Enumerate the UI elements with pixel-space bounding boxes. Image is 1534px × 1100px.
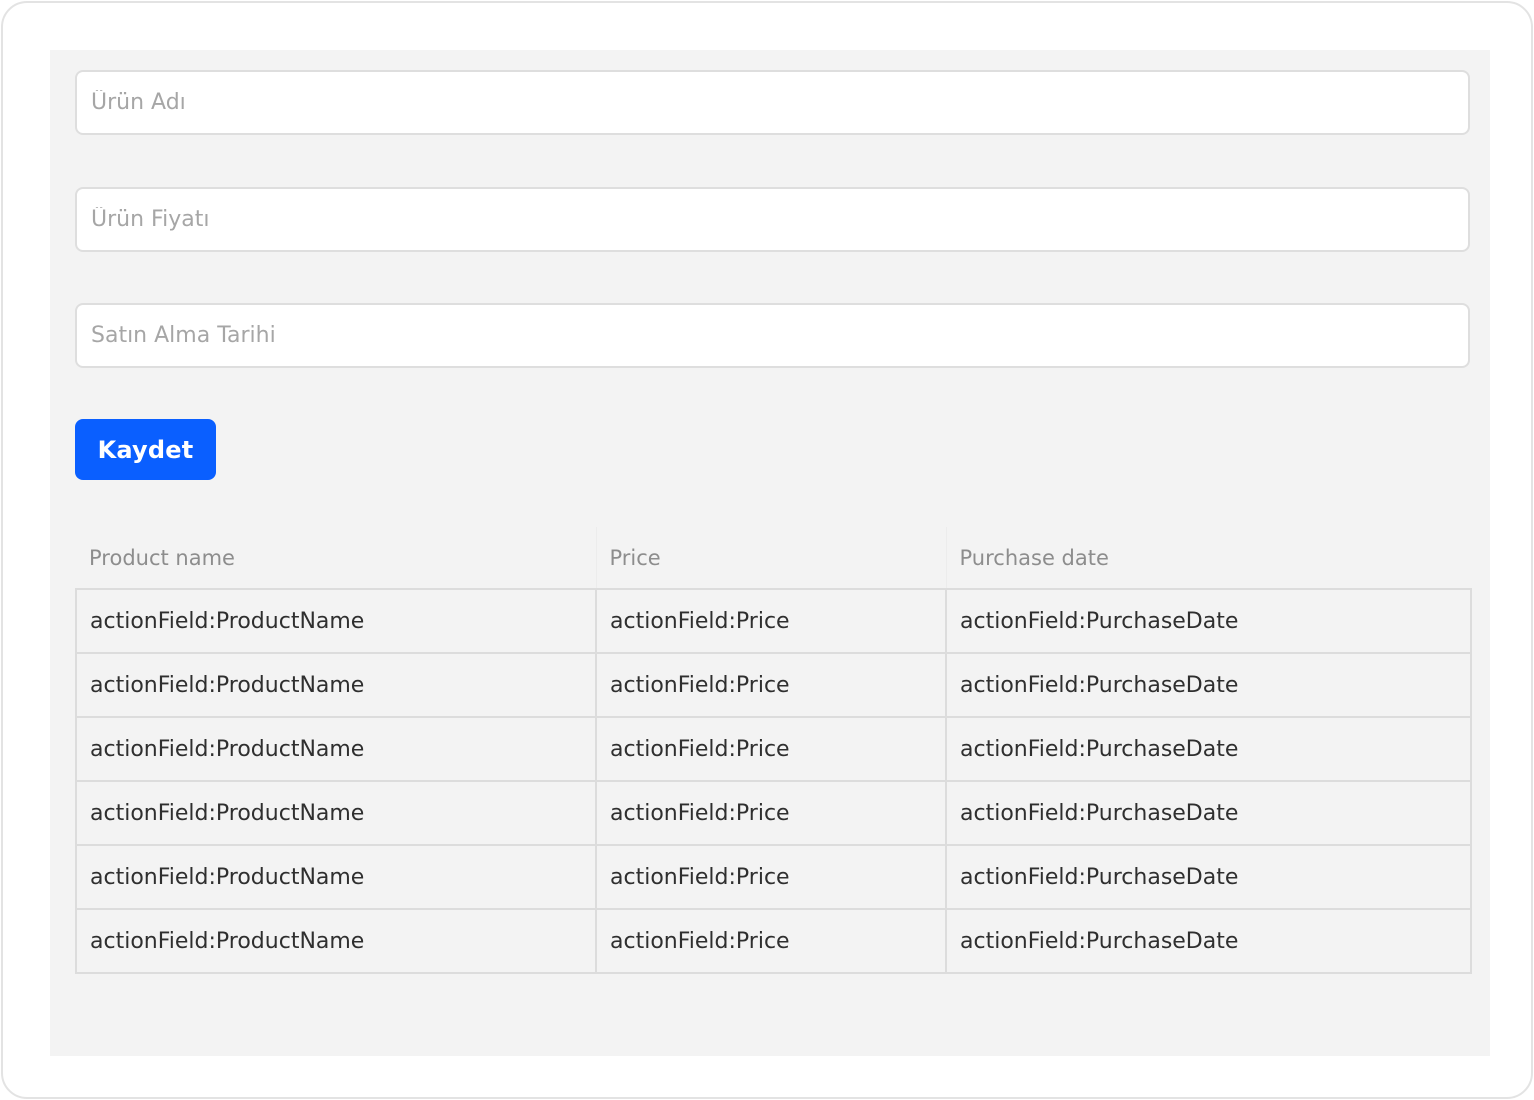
product-name-cell: actionField:ProductName [75, 844, 597, 910]
table-body: actionField:ProductName actionField:Pric… [75, 588, 1472, 974]
price-cell: actionField:Price [595, 908, 947, 974]
column-header-product-name: Product name [76, 527, 596, 590]
table-header: Product name Price Purchase date [76, 527, 1471, 590]
table-row: actionField:ProductName actionField:Pric… [75, 844, 1472, 910]
column-header-purchase-date: Purchase date [945, 527, 1471, 590]
purchase-date-cell: actionField:PurchaseDate [945, 716, 1472, 782]
table-row: actionField:ProductName actionField:Pric… [75, 780, 1472, 846]
purchase-date-cell: actionField:PurchaseDate [945, 908, 1472, 974]
purchase-date-input[interactable] [75, 303, 1470, 368]
price-cell: actionField:Price [595, 780, 947, 846]
table-row: actionField:ProductName actionField:Pric… [75, 588, 1472, 654]
product-name-cell: actionField:ProductName [75, 780, 597, 846]
price-cell: actionField:Price [595, 652, 947, 718]
product-name-input[interactable] [75, 70, 1470, 135]
product-name-cell: actionField:ProductName [75, 716, 597, 782]
price-cell: actionField:Price [595, 588, 947, 654]
window-frame: Kaydet Product name Price Purchase date … [1, 1, 1533, 1099]
product-name-cell: actionField:ProductName [75, 588, 597, 654]
product-price-input[interactable] [75, 187, 1470, 252]
price-cell: actionField:Price [595, 844, 947, 910]
products-table-container: Product name Price Purchase date actionF… [75, 527, 1472, 974]
purchase-date-cell: actionField:PurchaseDate [945, 588, 1472, 654]
table-row: actionField:ProductName actionField:Pric… [75, 908, 1472, 974]
save-button[interactable]: Kaydet [75, 419, 216, 480]
products-table: Product name Price Purchase date actionF… [75, 527, 1472, 974]
purchase-date-cell: actionField:PurchaseDate [945, 844, 1472, 910]
form-panel: Kaydet Product name Price Purchase date … [50, 50, 1490, 1056]
product-name-cell: actionField:ProductName [75, 908, 597, 974]
purchase-date-cell: actionField:PurchaseDate [945, 780, 1472, 846]
table-row: actionField:ProductName actionField:Pric… [75, 716, 1472, 782]
table-row: actionField:ProductName actionField:Pric… [75, 652, 1472, 718]
table-header-row: Product name Price Purchase date [76, 527, 1471, 590]
price-cell: actionField:Price [595, 716, 947, 782]
product-name-cell: actionField:ProductName [75, 652, 597, 718]
column-header-price: Price [595, 527, 946, 590]
purchase-date-cell: actionField:PurchaseDate [945, 652, 1472, 718]
